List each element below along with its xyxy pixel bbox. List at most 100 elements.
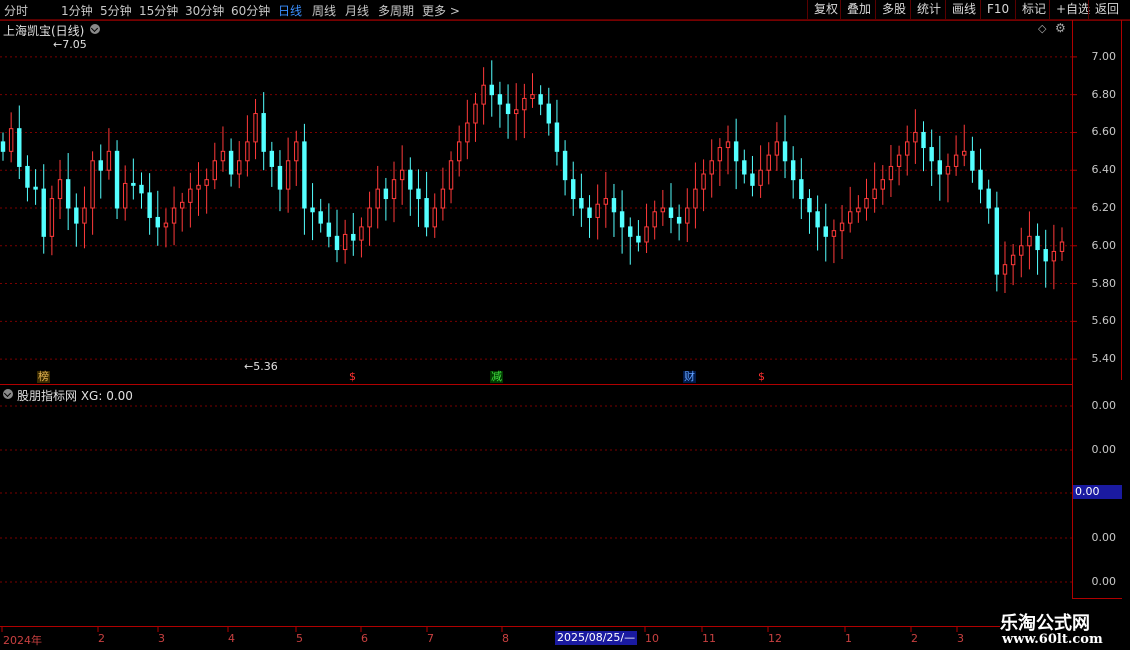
candle-body bbox=[131, 182, 136, 186]
candle-body bbox=[538, 94, 543, 105]
candle-body bbox=[562, 150, 568, 181]
candle-body bbox=[122, 182, 128, 209]
candle-body bbox=[750, 173, 755, 186]
indicator-current-value: 0.00 bbox=[1073, 485, 1122, 499]
price-axis-tick: 6.20 bbox=[1091, 201, 1117, 214]
candle-body bbox=[603, 198, 609, 205]
candle-body bbox=[815, 211, 820, 228]
candle-body bbox=[880, 179, 885, 190]
right-edge-panel bbox=[1122, 22, 1130, 377]
candle-body bbox=[17, 128, 22, 167]
candle-body bbox=[139, 184, 144, 194]
candle-body bbox=[888, 165, 894, 181]
candle-body bbox=[685, 207, 690, 224]
high-price-value: 7.05 bbox=[62, 38, 87, 51]
x-axis-label: 3 bbox=[957, 632, 964, 645]
candle-body bbox=[652, 211, 657, 228]
candle-body bbox=[1019, 245, 1024, 256]
chart-canvas[interactable] bbox=[0, 0, 1130, 650]
signal-marker[interactable]: 榜 bbox=[37, 371, 50, 383]
candle-body bbox=[644, 226, 649, 243]
price-axis-tick: 5.40 bbox=[1091, 352, 1117, 366]
candle-body bbox=[937, 160, 943, 175]
price-axis-tick: 7.00 bbox=[1091, 49, 1117, 63]
price-axis-tick: 6.60 bbox=[1091, 125, 1117, 139]
candle-body bbox=[25, 165, 30, 188]
candle-body bbox=[921, 131, 926, 149]
candle-body bbox=[505, 103, 511, 115]
candle-body bbox=[530, 94, 535, 99]
candle-body bbox=[905, 141, 910, 156]
candle-body bbox=[847, 211, 853, 224]
candle-body bbox=[668, 207, 674, 218]
candle-body bbox=[98, 160, 103, 171]
cursor-date-box: 2025/08/25/— bbox=[555, 631, 638, 645]
x-axis-label: 2024年 bbox=[3, 634, 42, 647]
candle-body bbox=[522, 97, 527, 111]
x-axis-label: 3 bbox=[158, 632, 165, 645]
candle-body bbox=[953, 154, 959, 167]
x-axis-label: 11 bbox=[702, 632, 716, 645]
candle-body bbox=[171, 207, 177, 224]
indicator-options-icon[interactable] bbox=[3, 389, 13, 399]
candle-body bbox=[432, 207, 437, 228]
candle-body bbox=[399, 169, 405, 181]
candle-body bbox=[294, 141, 299, 162]
candle-body bbox=[864, 198, 869, 209]
candle-body bbox=[65, 179, 71, 209]
candle-body bbox=[595, 203, 600, 218]
candle-body bbox=[1010, 254, 1016, 266]
candle-body bbox=[391, 179, 397, 200]
candle-body bbox=[310, 207, 315, 213]
candle-body bbox=[766, 154, 771, 171]
candle-body bbox=[212, 160, 218, 181]
candle-body bbox=[839, 222, 845, 232]
candle-body bbox=[636, 235, 641, 243]
candle-body bbox=[970, 150, 975, 171]
candle-body bbox=[342, 233, 348, 251]
x-axis-label: 2 bbox=[911, 632, 918, 645]
price-axis-tick: 6.80 bbox=[1091, 87, 1117, 101]
candle-body bbox=[994, 207, 1000, 275]
candle-body bbox=[285, 160, 291, 190]
indicator-axis-tick: 0.00 bbox=[1091, 399, 1117, 412]
candle-body bbox=[41, 188, 46, 237]
candle-body bbox=[114, 150, 120, 209]
candle-body bbox=[701, 173, 706, 190]
x-axis-label: 10 bbox=[645, 632, 659, 645]
candle-body bbox=[367, 207, 372, 228]
x-axis-label: 12 bbox=[768, 632, 782, 645]
signal-marker[interactable]: 财 bbox=[683, 371, 696, 383]
candle-body bbox=[1043, 249, 1048, 262]
price-axis-tick: 6.00 bbox=[1091, 238, 1117, 252]
candle-body bbox=[978, 169, 983, 190]
candle-body bbox=[33, 186, 38, 190]
x-axis-label: 7 bbox=[427, 632, 434, 645]
candle-body bbox=[497, 94, 503, 105]
candle-body bbox=[318, 211, 323, 224]
candle-body bbox=[473, 103, 478, 124]
candle-body bbox=[326, 222, 332, 237]
candle-body bbox=[611, 198, 617, 213]
signal-marker[interactable]: $ bbox=[348, 371, 357, 383]
candle-body bbox=[147, 192, 152, 218]
candle-body bbox=[424, 198, 429, 228]
low-price-label: ←5.36 bbox=[244, 360, 278, 373]
candle-body bbox=[1002, 264, 1008, 275]
candle-body bbox=[1059, 241, 1065, 252]
candle-body bbox=[49, 198, 55, 237]
candle-body bbox=[896, 154, 902, 167]
candle-body bbox=[571, 179, 576, 200]
signal-marker[interactable]: 减 bbox=[490, 371, 503, 383]
candle-body bbox=[1051, 250, 1057, 262]
candle-body bbox=[253, 113, 258, 143]
candle-body bbox=[725, 141, 731, 149]
candlestick-series bbox=[0, 60, 1065, 293]
candle-body bbox=[546, 103, 552, 124]
candle-body bbox=[90, 160, 95, 209]
candle-body bbox=[481, 84, 486, 105]
candle-body bbox=[204, 179, 209, 186]
signal-marker[interactable]: $ bbox=[757, 371, 766, 383]
candle-body bbox=[237, 160, 242, 175]
candle-body bbox=[587, 207, 592, 218]
